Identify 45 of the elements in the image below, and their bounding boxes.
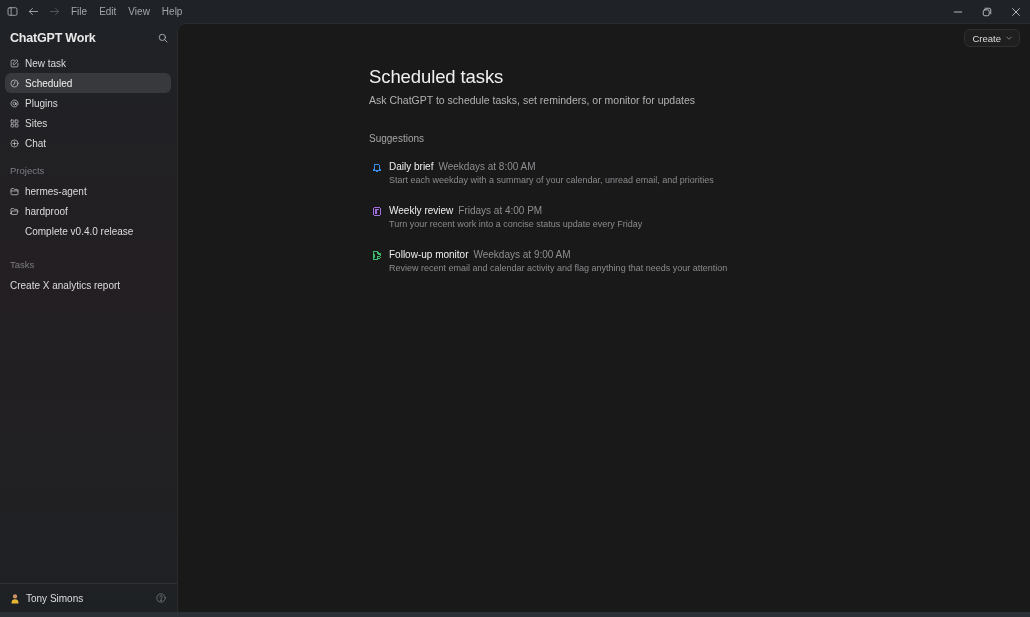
- app-title: ChatGPT Work: [10, 31, 96, 45]
- open-folder-icon: [10, 206, 19, 216]
- clock-icon: [10, 78, 19, 88]
- sidebar-item[interactable]: Chat: [5, 133, 171, 153]
- chevron-down-icon: [1005, 34, 1013, 42]
- sidebar-item[interactable]: Scheduled: [5, 73, 171, 93]
- user-name[interactable]: Tony Simons: [26, 592, 84, 604]
- suggestion-schedule: Fridays at 4:00 PM: [458, 204, 543, 218]
- page-title: Scheduled tasks: [369, 65, 504, 89]
- suggestion-description: Start each weekday with a summary of your calendar, unread email, and priorities: [389, 174, 714, 186]
- avatar-icon: [10, 592, 20, 604]
- project-task-item[interactable]: Complete v0.4.0 release: [5, 221, 171, 241]
- sidebar-toggle-icon[interactable]: [7, 6, 18, 17]
- suggestion-title[interactable]: Daily brief: [389, 160, 434, 174]
- page-subtitle: Ask ChatGPT to schedule tasks, set reminders, or monitor for updates: [369, 93, 696, 107]
- create-button[interactable]: Create: [964, 29, 1020, 47]
- restore-icon[interactable]: [981, 6, 992, 17]
- suggestion-description: Turn your recent work into a concise status update every Friday: [389, 218, 643, 230]
- search-icon[interactable]: [158, 33, 168, 43]
- suggestion-title[interactable]: Weekly review: [389, 204, 454, 218]
- task-item[interactable]: Create X analytics report: [5, 275, 171, 295]
- close-icon[interactable]: [1010, 6, 1021, 17]
- plus-circle-icon: [10, 138, 19, 148]
- help-icon[interactable]: [156, 593, 166, 603]
- menu-item[interactable]: View: [122, 0, 156, 23]
- section-heading: Tasks: [9, 258, 35, 272]
- sidebar-item[interactable]: Plugins: [5, 93, 171, 113]
- project-item[interactable]: hermes-agent: [5, 181, 171, 201]
- sidebar-item[interactable]: Sites: [5, 113, 171, 133]
- project-item[interactable]: hardproof: [5, 201, 171, 221]
- suggestion-schedule: Weekdays at 9:00 AM: [473, 248, 571, 262]
- sidebar-item[interactable]: New task: [5, 53, 171, 73]
- folder-icon: [10, 186, 19, 196]
- compose-icon: [10, 58, 19, 68]
- suggestion-description: Review recent email and calendar activity and flag anything that needs your attention: [389, 262, 728, 274]
- menu-item[interactable]: File: [65, 0, 94, 23]
- section-heading: Projects: [9, 164, 45, 178]
- suggestion-title[interactable]: Follow-up monitor: [389, 248, 469, 262]
- section-heading: Suggestions: [369, 132, 425, 146]
- back-arrow-icon[interactable]: [28, 6, 39, 17]
- suggestion-schedule: Weekdays at 8:00 AM: [438, 160, 536, 174]
- menu-item[interactable]: Edit: [93, 0, 123, 23]
- grid-icon: [10, 118, 19, 128]
- at-sign-icon: [10, 98, 19, 108]
- menu-item[interactable]: Help: [155, 0, 189, 23]
